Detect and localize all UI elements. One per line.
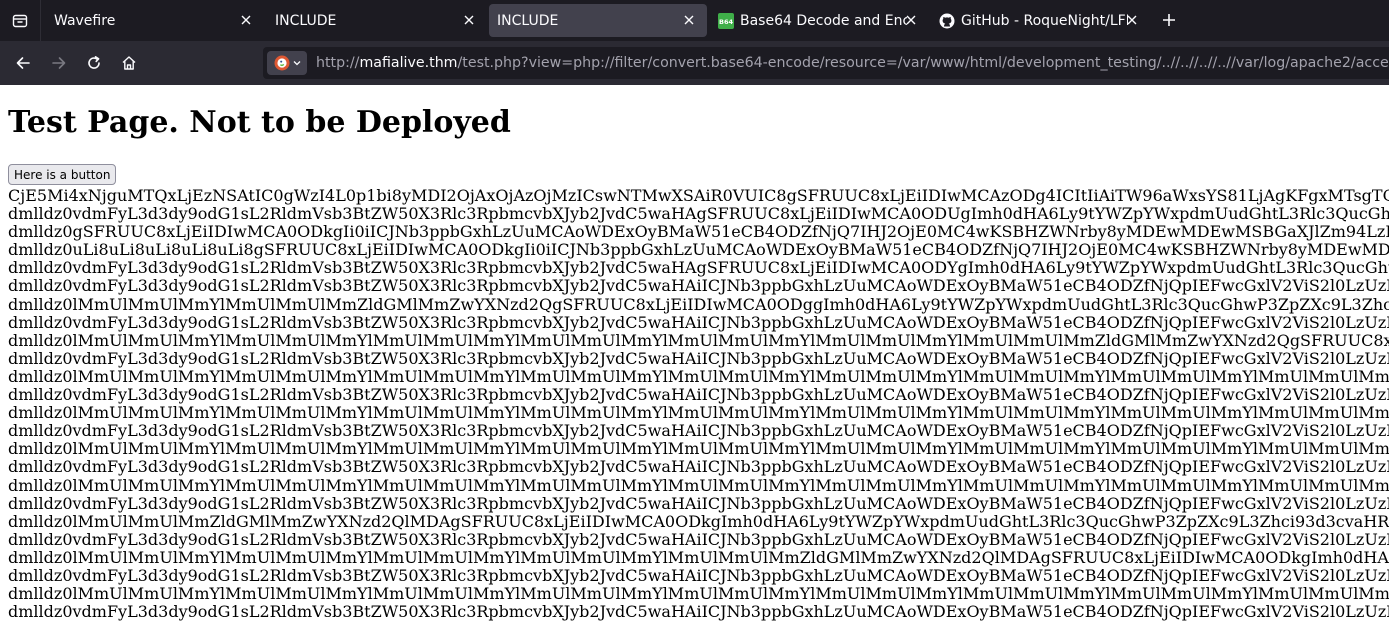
log-line: dmlldz0gSFRUUC8xLjEiIDIwMCA0ODkgIi0iICJN… <box>8 223 1389 242</box>
here-is-a-button[interactable]: Here is a button <box>8 164 117 185</box>
tab-close-button[interactable] <box>238 12 254 28</box>
search-engine-button[interactable] <box>267 51 307 75</box>
tab-label: INCLUDE <box>275 12 337 29</box>
home-button[interactable] <box>117 51 141 75</box>
tab-close-button[interactable] <box>903 12 919 28</box>
forward-button[interactable] <box>47 51 71 75</box>
tab-list-button[interactable] <box>0 0 41 41</box>
reload-button[interactable] <box>82 51 106 75</box>
forward-arrow-icon <box>52 57 66 69</box>
tab-close-button[interactable] <box>1124 12 1140 28</box>
log-line: dmlldz0lMmUlMmUlMmYlMmUlMmUlMmYlMmUlMmUl… <box>8 367 1389 386</box>
log-line: dmlldz0vdmFyL3d3dy9odG1sL2RldmVsb3BtZW50… <box>8 603 1389 621</box>
tab-label: Wavefire <box>54 12 116 29</box>
log-line: dmlldz0vdmFyL3d3dy9odG1sL2RldmVsb3BtZW50… <box>8 386 1389 405</box>
url-scheme: http:// <box>316 55 360 71</box>
tab-close-button[interactable] <box>461 12 477 28</box>
log-line: dmlldz0vdmFyL3d3dy9odG1sL2RldmVsb3BtZW50… <box>8 205 1389 224</box>
page-title: Test Page. Not to be Deployed <box>8 105 511 140</box>
log-line: dmlldz0lMmUlMmUlMmZldGMlMmZwYXNzd2QlMDAg… <box>8 512 1389 531</box>
svg-text:B64: B64 <box>719 18 733 26</box>
tab-label: Base64 Decode and Encode <box>740 12 907 29</box>
log-line: dmlldz0lMmUlMmUlMmYlMmUlMmUlMmYlMmUlMmUl… <box>8 404 1389 423</box>
tab-base64[interactable]: B64 Base64 Decode and Encode <box>708 0 929 41</box>
log-line: dmlldz0vdmFyL3d3dy9odG1sL2RldmVsb3BtZW50… <box>8 277 1389 296</box>
log-line: dmlldz0lMmUlMmUlMmYlMmUlMmUlMmZldGMlMmZw… <box>8 295 1389 314</box>
log-line: dmlldz0lMmUlMmUlMmYlMmUlMmUlMmYlMmUlMmUl… <box>8 476 1389 495</box>
log-line: dmlldz0lMmUlMmUlMmYlMmUlMmUlMmYlMmUlMmUl… <box>8 331 1389 350</box>
log-line: dmlldz0vdmFyL3d3dy9odG1sL2RldmVsb3BtZW50… <box>8 259 1389 278</box>
log-line: dmlldz0vdmFyL3d3dy9odG1sL2RldmVsb3BtZW50… <box>8 349 1389 368</box>
home-icon <box>122 56 136 70</box>
log-line: dmlldz0lMmUlMmUlMmYlMmUlMmUlMmYlMmUlMmUl… <box>8 548 1389 567</box>
url-bar[interactable]: http://mafialive.thm/test.php?view=php:/… <box>263 47 1389 79</box>
url-text[interactable]: http://mafialive.thm/test.php?view=php:/… <box>316 54 1389 72</box>
base64-log-output: CjE5Mi4xNjguMTQxLjEzNSAtIC0gWzI4L0p1bi8y… <box>8 187 1389 621</box>
url-path: /test.php?view=php://filter/convert.base… <box>457 55 1389 71</box>
tab-label: INCLUDE <box>497 12 559 29</box>
url-host: mafialive.thm <box>359 55 458 71</box>
close-icon <box>684 15 694 25</box>
log-line: dmlldz0vdmFyL3d3dy9odG1sL2RldmVsb3BtZW50… <box>8 458 1389 477</box>
close-icon <box>906 15 916 25</box>
log-line: dmlldz0lMmUlMmUlMmYlMmUlMmUlMmYlMmUlMmUl… <box>8 585 1389 604</box>
close-icon <box>1127 15 1137 25</box>
close-icon <box>241 15 251 25</box>
navigation-toolbar: http://mafialive.thm/test.php?view=php:/… <box>0 41 1389 85</box>
tab-strip: Wavefire INCLUDE INCLUDE B64 Base64 Deco… <box>0 0 1389 41</box>
log-line: dmlldz0vdmFyL3d3dy9odG1sL2RldmVsb3BtZW50… <box>8 530 1389 549</box>
tab-close-button[interactable] <box>681 12 697 28</box>
tab-label: GitHub - RoqueNight/LFI-Payload-List <box>961 12 1128 29</box>
back-arrow-icon <box>16 57 30 69</box>
reload-icon <box>88 56 100 69</box>
base64-icon: B64 <box>718 12 734 29</box>
tab-github[interactable]: GitHub - RoqueNight/LFI-Payload-List <box>929 0 1150 41</box>
page-content: Test Page. Not to be Deployed Here is a … <box>0 85 1389 621</box>
log-line: dmlldz0lMmUlMmUlMmYlMmUlMmUlMmYlMmUlMmUl… <box>8 440 1389 459</box>
log-line: dmlldz0vdmFyL3d3dy9odG1sL2RldmVsb3BtZW50… <box>8 313 1389 332</box>
tab-wavefire[interactable]: Wavefire <box>41 0 264 41</box>
log-line: dmlldz0vdmFyL3d3dy9odG1sL2RldmVsb3BtZW50… <box>8 422 1389 441</box>
chevron-down-icon <box>293 61 300 66</box>
tab-list-icon <box>12 14 28 27</box>
log-line: CjE5Mi4xNjguMTQxLjEzNSAtIC0gWzI4L0p1bi8y… <box>8 187 1389 205</box>
log-line: dmlldz0vdmFyL3d3dy9odG1sL2RldmVsb3BtZW50… <box>8 494 1389 513</box>
back-button[interactable] <box>11 51 35 75</box>
duckduckgo-icon <box>274 55 289 71</box>
log-line: dmlldz0vdmFyL3d3dy9odG1sL2RldmVsb3BtZW50… <box>8 566 1389 585</box>
log-line: dmlldz0uLi8uLi8uLi8uLi8uLi8gSFRUUC8xLjEi… <box>8 241 1389 260</box>
tab-include-1[interactable]: INCLUDE <box>264 0 487 41</box>
new-tab-button[interactable] <box>1158 9 1180 31</box>
github-icon <box>939 13 955 29</box>
close-icon <box>464 15 474 25</box>
plus-icon <box>1163 14 1175 26</box>
tab-include-active[interactable]: INCLUDE <box>489 4 707 37</box>
